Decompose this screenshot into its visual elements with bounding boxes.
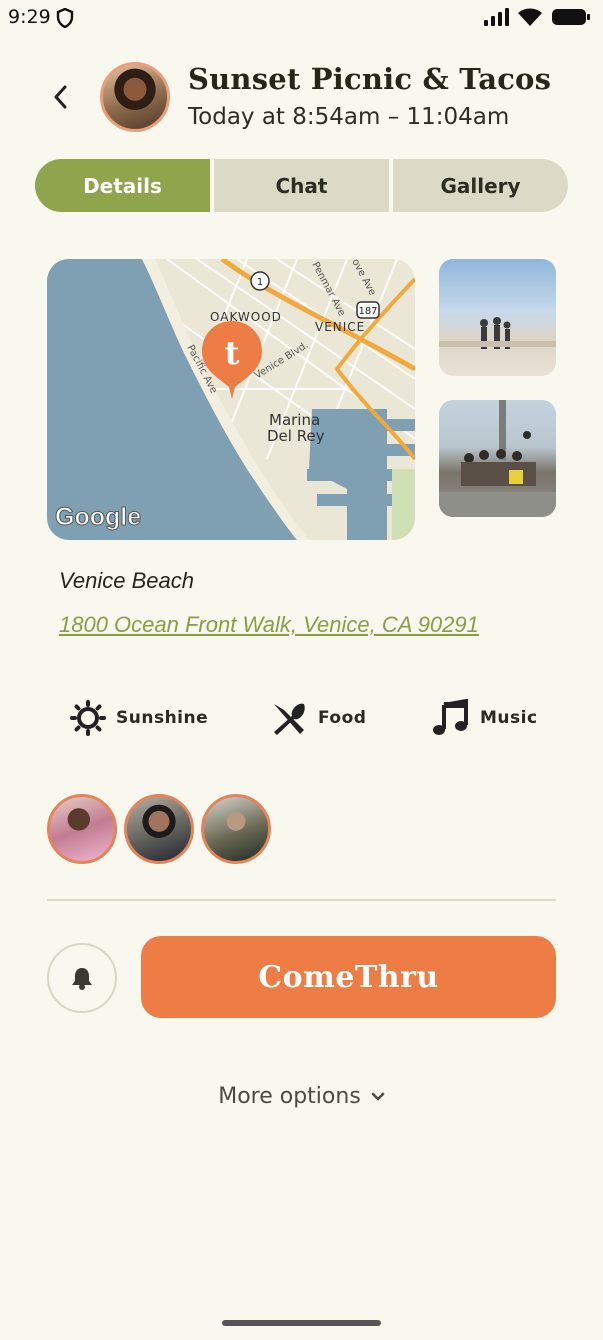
chevron-down-icon xyxy=(371,1092,385,1101)
status-time: 9:29 xyxy=(8,6,51,28)
svg-text:t: t xyxy=(225,334,240,372)
utensils-icon xyxy=(274,703,305,735)
map-label-venice: VENICE xyxy=(315,320,365,334)
tag-label: Music xyxy=(480,708,538,728)
tag-label: Sunshine xyxy=(116,708,209,728)
place-address-link[interactable]: 1800 Ocean Front Walk, Venice, CA 90291 xyxy=(59,612,479,638)
tab-details[interactable]: Details xyxy=(35,159,210,212)
tab-chat[interactable]: Chat xyxy=(214,159,389,212)
map-route-187: 187 xyxy=(358,306,377,317)
battery-icon xyxy=(551,7,591,32)
comethru-button[interactable]: ComeThru xyxy=(141,936,556,1018)
signal-icon xyxy=(483,7,509,32)
map-route-1: 1 xyxy=(257,277,263,288)
gallery-photo-2[interactable] xyxy=(439,400,556,517)
more-options-toggle[interactable]: More options xyxy=(0,1084,603,1109)
event-time: Today at 8:54am – 11:04am xyxy=(188,104,510,130)
map-label-del-rey: Del Rey xyxy=(267,427,325,445)
attendee-avatar[interactable] xyxy=(47,794,117,864)
tag-sunshine: Sunshine xyxy=(70,698,208,738)
attendee-avatar[interactable] xyxy=(124,794,194,864)
divider xyxy=(47,899,556,901)
tag-label: Food xyxy=(318,708,367,728)
more-options-label: More options xyxy=(218,1084,361,1109)
tag-music: Music xyxy=(432,698,538,738)
place-name: Venice Beach xyxy=(59,568,194,593)
tab-gallery[interactable]: Gallery xyxy=(393,159,568,212)
tab-bar: Details Chat Gallery xyxy=(35,159,568,212)
chevron-left-icon xyxy=(54,85,67,109)
bell-icon xyxy=(72,968,92,990)
wifi-icon xyxy=(517,7,543,32)
sun-icon xyxy=(70,700,106,736)
attendee-list xyxy=(47,794,271,864)
gallery-photo-1[interactable] xyxy=(439,259,556,376)
status-bar: 9:29 xyxy=(0,0,603,36)
attendee-avatar[interactable] xyxy=(201,794,271,864)
host-avatar[interactable] xyxy=(100,62,170,132)
notify-button[interactable] xyxy=(47,943,117,1013)
event-header: Sunset Picnic & Tacos Today at 8:54am – … xyxy=(0,60,603,140)
back-button[interactable] xyxy=(44,80,78,114)
music-note-icon xyxy=(433,699,468,735)
event-title: Sunset Picnic & Tacos xyxy=(188,62,552,96)
event-tags: Sunshine Food Music xyxy=(0,698,603,738)
home-indicator xyxy=(222,1320,381,1326)
google-logo: Google xyxy=(55,503,141,531)
shield-icon xyxy=(56,7,74,33)
map-label-oakwood: OAKWOOD xyxy=(210,310,282,324)
tag-food: Food xyxy=(270,698,366,738)
location-map[interactable]: 1 187 OAKWOOD VENICE Marina Del Rey Veni… xyxy=(47,259,415,540)
